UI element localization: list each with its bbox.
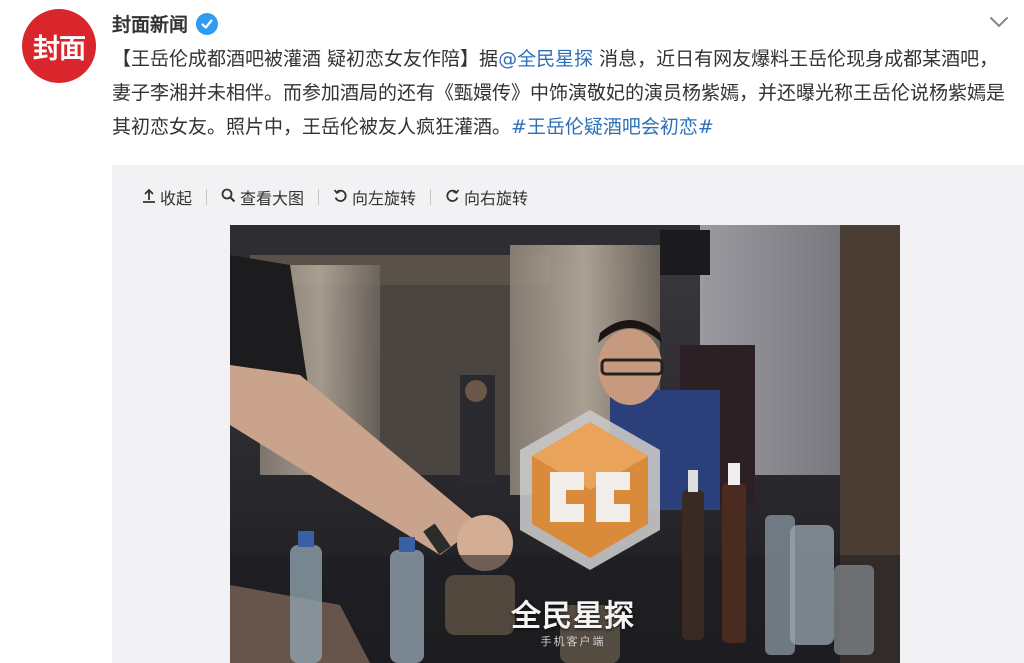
- verified-badge-icon: [196, 12, 219, 35]
- chevron-down-icon[interactable]: [988, 14, 1010, 30]
- hashtag-link[interactable]: #王岳伦疑酒吧会初恋#: [511, 116, 714, 138]
- toolbar-divider: [206, 189, 208, 205]
- collapse-arrow-icon: [142, 187, 156, 207]
- rotate-right-label: 向右旋转: [464, 189, 529, 208]
- avatar[interactable]: 封面: [22, 9, 96, 83]
- magnifier-icon: [221, 188, 236, 207]
- toolbar-divider: [430, 189, 432, 205]
- post-text: 【王岳伦成都酒吧被灌酒 疑初恋女友作陪】据@全民星探 消息，近日有网友爆料王岳伦…: [112, 42, 1017, 144]
- post-body-1: 据: [479, 48, 499, 70]
- rotate-right-button[interactable]: 向右旋转: [445, 185, 528, 209]
- author-header: 封面新闻: [112, 10, 219, 37]
- post-title: 【王岳伦成都酒吧被灌酒 疑初恋女友作陪】: [112, 48, 480, 70]
- post-photo[interactable]: 全民星探 手机客户端: [230, 225, 900, 663]
- collapse-label: 收起: [160, 189, 193, 208]
- rotate-left-label: 向左旋转: [352, 189, 417, 208]
- collapse-button[interactable]: 收起: [142, 185, 192, 209]
- toolbar-divider: [318, 189, 320, 205]
- watermark-text: 全民星探: [511, 599, 635, 634]
- view-large-label: 查看大图: [240, 189, 305, 208]
- rotate-right-icon: [445, 188, 460, 207]
- watermark-subtext: 手机客户端: [540, 635, 606, 648]
- media-toolbar: 收起 查看大图 向左旋转 向右旋转: [142, 185, 528, 209]
- author-name[interactable]: 封面新闻: [112, 10, 188, 37]
- media-panel: 收起 查看大图 向左旋转 向右旋转 全民星探 手机客户端: [112, 165, 1024, 663]
- rotate-left-icon: [333, 188, 348, 207]
- rotate-left-button[interactable]: 向左旋转: [333, 185, 416, 209]
- mention-link[interactable]: @全民星探: [498, 48, 593, 70]
- view-large-button[interactable]: 查看大图: [221, 185, 304, 209]
